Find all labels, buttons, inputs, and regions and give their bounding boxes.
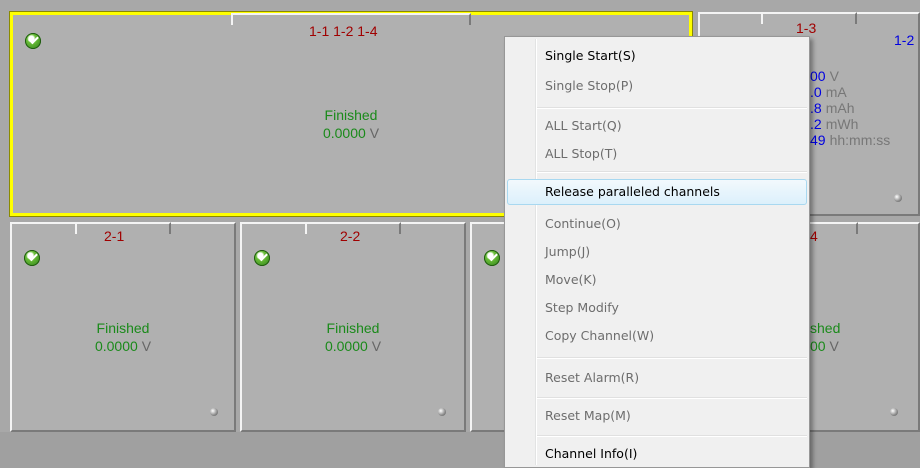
channel-label-secondary: 1-2 — [894, 32, 915, 48]
indicator-icon — [210, 408, 218, 416]
stat-current: .0 mA — [810, 84, 847, 100]
channel-voltage: 00 V — [810, 338, 839, 354]
channel-label: 4 — [810, 228, 818, 244]
menu-separator — [537, 435, 807, 437]
voltage-unit: V — [141, 338, 152, 354]
menu-item-reset-alarm[interactable]: Reset Alarm(R) — [545, 367, 639, 389]
voltage-value: 0.0000 — [324, 338, 368, 354]
menu-item-channel-info[interactable]: Channel Info(I) — [545, 443, 637, 465]
channel-monitor: 1-1 1-2 1-4 Finished 0.0000 V 1-3 1-2 00… — [0, 0, 920, 468]
menu-item-release-paralleled-channels[interactable]: Release paralleled channels — [545, 181, 720, 203]
menu-icon-gutter — [535, 39, 537, 465]
menu-item-jump[interactable]: Jump(J) — [545, 241, 590, 263]
voltage-value: 00 — [810, 338, 826, 354]
stat-voltage: 00 V — [810, 68, 839, 84]
menu-item-all-start[interactable]: ALL Start(Q) — [545, 115, 622, 137]
channel-status: shed — [810, 320, 841, 336]
menu-separator — [537, 171, 807, 173]
voltage-unit: V — [371, 338, 382, 354]
finished-check-icon — [25, 33, 41, 49]
indicator-icon — [438, 408, 446, 416]
channel-label: 1-1 1-2 1-4 — [309, 23, 378, 39]
menu-item-single-stop[interactable]: Single Stop(P) — [545, 75, 633, 97]
stat-capacity: .8 mAh — [810, 100, 855, 116]
indicator-icon — [890, 408, 898, 416]
context-menu: Single Start(S) Single Stop(P) ALL Start… — [504, 36, 810, 468]
menu-item-move[interactable]: Move(K) — [545, 269, 596, 291]
voltage-unit: V — [829, 338, 839, 354]
channel-voltage: 0.0000 V — [242, 338, 464, 354]
channel-panel-2-2[interactable]: 2-2 Finished 0.0000 V — [240, 222, 466, 432]
menu-item-single-start[interactable]: Single Start(S) — [545, 45, 636, 67]
indicator-icon — [894, 194, 902, 202]
channel-panel-2-1[interactable]: 2-1 Finished 0.0000 V — [10, 222, 236, 432]
menu-separator — [537, 107, 807, 109]
finished-check-icon — [484, 250, 500, 266]
channel-label: 2-1 — [104, 228, 125, 244]
channel-label: 2-2 — [340, 228, 361, 244]
channel-status: Finished — [96, 320, 150, 336]
finished-check-icon — [24, 250, 40, 266]
menu-item-step-modify[interactable]: Step Modify — [545, 297, 619, 319]
menu-separator — [537, 397, 807, 399]
menu-item-copy-channel[interactable]: Copy Channel(W) — [545, 325, 654, 347]
voltage-value: 0.0000 — [322, 125, 366, 141]
stat-time: 49 hh:mm:ss — [810, 132, 891, 148]
stat-energy: .2 mWh — [810, 116, 859, 132]
channel-label: 1-3 — [796, 20, 817, 36]
channel-status: Finished — [326, 320, 380, 336]
channel-voltage: 0.0000 V — [12, 338, 234, 354]
voltage-unit: V — [369, 125, 380, 141]
menu-item-all-stop[interactable]: ALL Stop(T) — [545, 143, 617, 165]
menu-item-continue[interactable]: Continue(O) — [545, 213, 621, 235]
channel-stats: 00 V .0 mA .8 mAh .2 mWh 49 hh:mm:ss — [810, 68, 890, 148]
finished-check-icon — [254, 250, 270, 266]
menu-item-reset-map[interactable]: Reset Map(M) — [545, 405, 631, 427]
menu-separator — [537, 357, 807, 359]
voltage-value: 0.0000 — [94, 338, 138, 354]
